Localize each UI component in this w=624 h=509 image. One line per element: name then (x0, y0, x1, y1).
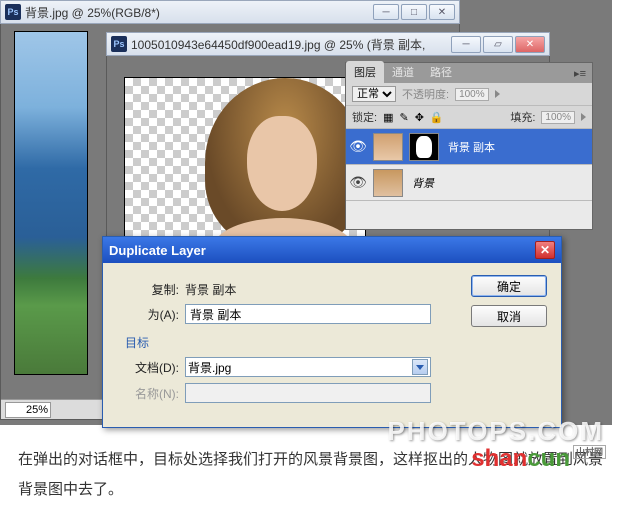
window2-title: 1005010943e64450df900ead19.jpg @ 25% (背景… (131, 36, 447, 53)
duplicate-value: 背景 副本 (185, 281, 236, 298)
minimize-button[interactable]: ─ (451, 36, 481, 53)
opacity-slider-icon[interactable] (495, 90, 500, 98)
photoshop-icon: Ps (5, 4, 21, 20)
layer-thumbnail[interactable] (373, 169, 403, 197)
close-button[interactable]: ✕ (429, 4, 455, 20)
fill-value[interactable]: 100% (541, 111, 575, 124)
document2-canvas[interactable] (125, 78, 365, 248)
document1-canvas[interactable] (15, 32, 87, 374)
as-input[interactable] (185, 304, 431, 324)
cancel-button[interactable]: 取消 (471, 305, 547, 327)
opacity-value[interactable]: 100% (455, 88, 489, 101)
lock-pixels-icon[interactable]: ✎ (399, 111, 408, 124)
duplicate-layer-dialog: Duplicate Layer ✕ 确定 取消 复制: 背景 副本 为(A): … (102, 236, 562, 428)
document-value: 背景.jpg (188, 359, 231, 376)
visibility-icon[interactable]: 👁 (346, 174, 370, 191)
window2-titlebar[interactable]: Ps 1005010943e64450df900ead19.jpg @ 25% … (106, 32, 550, 56)
minimize-button[interactable]: ─ (373, 4, 399, 20)
layer-item-copy[interactable]: 👁 背景 副本 (346, 129, 592, 165)
maximize-button[interactable]: □ (401, 4, 427, 20)
duplicate-label: 复制: (117, 281, 179, 298)
name-input (185, 383, 431, 403)
fill-label: 填充: (510, 109, 535, 125)
tab-channels[interactable]: 通道 (384, 61, 422, 83)
window1-titlebar[interactable]: Ps 背景.jpg @ 25%(RGB/8*) ─ □ ✕ (0, 0, 460, 24)
dialog-titlebar[interactable]: Duplicate Layer ✕ (103, 237, 561, 263)
watermark-photops: PHOTOPS.COM (387, 416, 604, 447)
layer-item-background[interactable]: 👁 背景 (346, 165, 592, 201)
watermark-shancun: shancun山村网 (471, 445, 606, 473)
close-button[interactable]: ✕ (515, 36, 545, 53)
opacity-label: 不透明度: (402, 86, 449, 102)
visibility-icon[interactable]: 👁 (346, 138, 370, 155)
window1-title: 背景.jpg @ 25%(RGB/8*) (25, 4, 369, 21)
lock-transparency-icon[interactable]: ▦ (383, 111, 393, 124)
layer-mask-thumbnail[interactable] (409, 133, 439, 161)
tab-paths[interactable]: 路径 (422, 61, 460, 83)
layer-name[interactable]: 背景 (412, 175, 434, 191)
blend-mode-select[interactable]: 正常 (352, 86, 396, 102)
dialog-close-button[interactable]: ✕ (535, 241, 555, 259)
layers-panel: 图层 通道 路径 ▸≡ 正常 不透明度: 100% 锁定: ▦ ✎ ✥ 🔒 填充… (345, 62, 593, 230)
layer-name[interactable]: 背景 副本 (448, 139, 495, 155)
lock-all-icon[interactable]: 🔒 (430, 111, 444, 124)
tab-layers[interactable]: 图层 (346, 61, 384, 83)
layer-thumbnail[interactable] (373, 133, 403, 161)
document-label: 文档(D): (117, 359, 179, 376)
document-select[interactable]: 背景.jpg (185, 357, 431, 377)
ok-button[interactable]: 确定 (471, 275, 547, 297)
fill-slider-icon[interactable] (581, 113, 586, 121)
maximize-button[interactable]: ▱ (483, 36, 513, 53)
dialog-title: Duplicate Layer (109, 243, 206, 258)
photoshop-icon: Ps (111, 36, 127, 52)
destination-label: 目标 (125, 334, 149, 351)
portrait-image (195, 78, 365, 248)
zoom-input[interactable] (5, 402, 51, 418)
name-label: 名称(N): (117, 385, 179, 402)
lock-position-icon[interactable]: ✥ (415, 111, 424, 124)
panel-menu-icon[interactable]: ▸≡ (568, 64, 592, 83)
as-label: 为(A): (117, 306, 179, 323)
dropdown-icon[interactable] (412, 359, 428, 375)
lock-label: 锁定: (352, 109, 377, 125)
